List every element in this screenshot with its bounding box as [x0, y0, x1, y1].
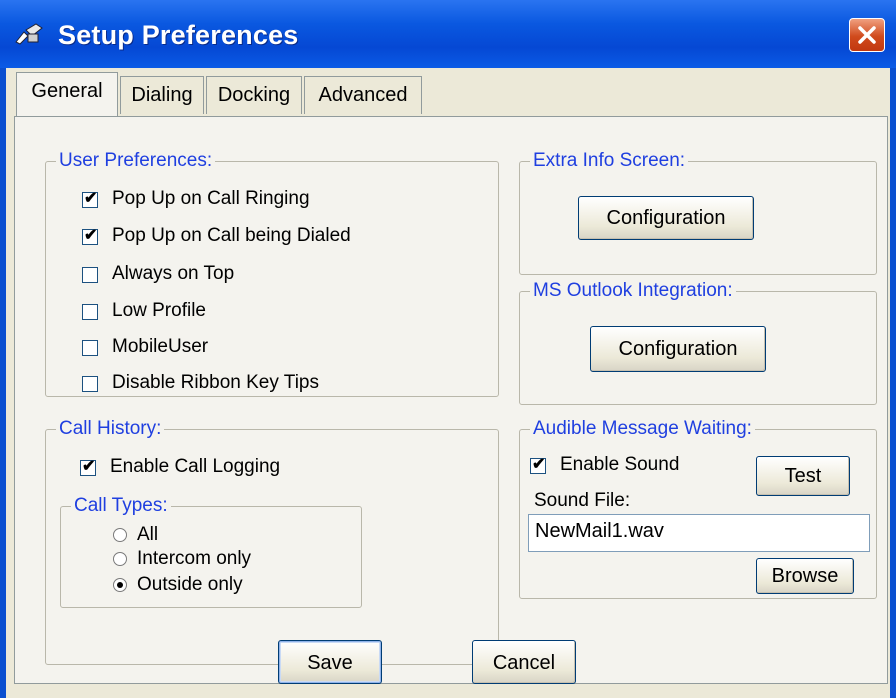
checkbox-box[interactable]	[82, 376, 98, 392]
general-tab-page: User Preferences: ✔ Pop Up on Call Ringi…	[14, 116, 888, 684]
dialog-client-area: General Dialing Docking Advanced User Pr…	[6, 68, 890, 698]
call-history-group: Call History: ✔ Enable Call Logging Call…	[45, 418, 499, 665]
button-label: Save	[307, 652, 353, 674]
sound-file-label: Sound File:	[534, 490, 631, 511]
call-history-legend: Call History:	[56, 418, 165, 440]
radio-button[interactable]	[113, 578, 127, 592]
user-preferences-group: User Preferences: ✔ Pop Up on Call Ringi…	[45, 150, 499, 397]
cancel-button[interactable]: Cancel	[472, 640, 576, 684]
tab-label: Docking	[217, 84, 291, 106]
extra-info-legend: Extra Info Screen:	[530, 150, 689, 172]
ms-outlook-integration-group: MS Outlook Integration: Configuration	[519, 280, 877, 405]
checkbox-box[interactable]: ✔	[82, 227, 98, 245]
checkbox-label: Low Profile	[112, 300, 206, 321]
tab-label: Advanced	[318, 84, 408, 106]
tab-advanced[interactable]: Advanced	[304, 76, 422, 114]
tab-dialing[interactable]: Dialing	[120, 76, 204, 114]
outlook-legend: MS Outlook Integration:	[530, 280, 736, 302]
sound-file-value: NewMail1.wav	[535, 520, 664, 542]
checkbox-label: Pop Up on Call being Dialed	[112, 225, 351, 246]
checkbox-box[interactable]: ✔	[530, 456, 546, 474]
button-label: Configuration	[618, 338, 738, 360]
tab-general[interactable]: General	[16, 72, 118, 116]
checkbox-box[interactable]	[82, 304, 98, 320]
close-button[interactable]	[849, 18, 885, 52]
sound-file-input[interactable]: NewMail1.wav	[528, 514, 870, 552]
setup-preferences-window: Setup Preferences General Dialing Dockin…	[0, 0, 896, 698]
browse-button[interactable]: Browse	[756, 558, 854, 594]
radio-button[interactable]	[113, 552, 127, 566]
user-preferences-legend: User Preferences:	[56, 150, 216, 172]
tab-label: Dialing	[131, 84, 193, 106]
extra-info-screen-group: Extra Info Screen: Configuration	[519, 150, 877, 275]
checkbox-label: Pop Up on Call Ringing	[112, 188, 310, 209]
window-title: Setup Preferences	[58, 20, 299, 50]
checkbox-label: Disable Ribbon Key Tips	[112, 372, 319, 393]
save-button[interactable]: Save	[278, 640, 382, 684]
tab-docking[interactable]: Docking	[206, 76, 302, 114]
tab-label: General	[31, 80, 103, 102]
close-icon	[858, 26, 876, 44]
title-bar[interactable]: Setup Preferences	[0, 0, 896, 68]
check-mark-icon: ✔	[82, 458, 96, 475]
call-types-legend: Call Types:	[71, 495, 171, 517]
checkbox-box[interactable]: ✔	[80, 458, 96, 476]
checkbox-label: Always on Top	[112, 263, 235, 284]
test-sound-button[interactable]: Test	[756, 456, 850, 496]
radio-label: All	[137, 524, 159, 545]
radio-label: Intercom only	[137, 548, 252, 569]
button-label: Test	[784, 465, 822, 487]
radio-label: Outside only	[137, 574, 243, 595]
check-mark-icon: ✔	[84, 190, 98, 207]
checkbox-label: Enable Sound	[560, 454, 680, 475]
phone-app-icon	[15, 23, 43, 45]
extra-info-configuration-button[interactable]: Configuration	[578, 196, 754, 240]
check-mark-icon: ✔	[84, 227, 98, 244]
checkbox-box[interactable]: ✔	[82, 190, 98, 208]
checkbox-label: MobileUser	[112, 336, 209, 357]
checkbox-box[interactable]	[82, 340, 98, 356]
check-mark-icon: ✔	[532, 456, 546, 473]
audible-message-waiting-group: Audible Message Waiting: ✔ Enable Sound …	[519, 418, 877, 599]
checkbox-box[interactable]	[82, 267, 98, 283]
radio-selected-dot	[117, 582, 123, 588]
checkbox-label: Enable Call Logging	[110, 456, 281, 477]
button-label: Browse	[771, 565, 839, 587]
audible-legend: Audible Message Waiting:	[530, 418, 755, 440]
radio-button[interactable]	[113, 528, 127, 542]
button-label: Configuration	[606, 207, 726, 229]
button-label: Cancel	[492, 652, 556, 674]
outlook-configuration-button[interactable]: Configuration	[590, 326, 766, 372]
call-types-group: Call Types: All Intercom only Outside on…	[60, 495, 362, 608]
